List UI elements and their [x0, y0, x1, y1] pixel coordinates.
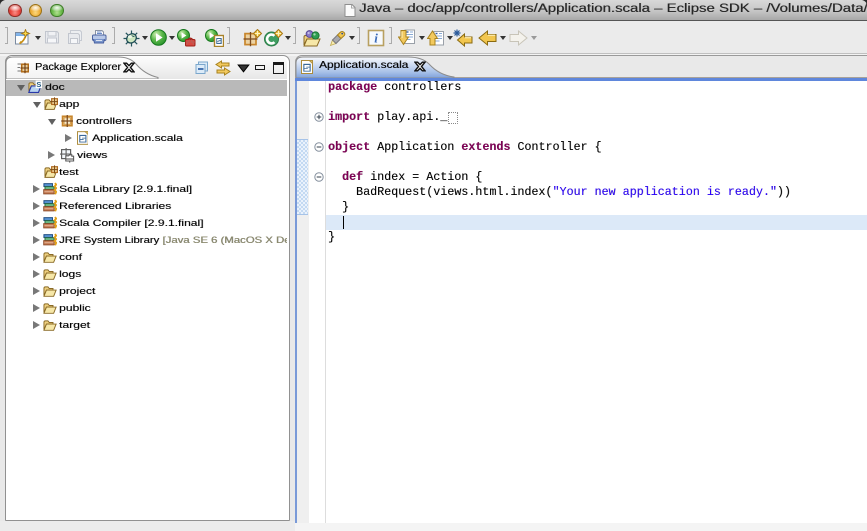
- svg-text:S: S: [36, 80, 41, 89]
- svg-text:i: i: [374, 31, 378, 46]
